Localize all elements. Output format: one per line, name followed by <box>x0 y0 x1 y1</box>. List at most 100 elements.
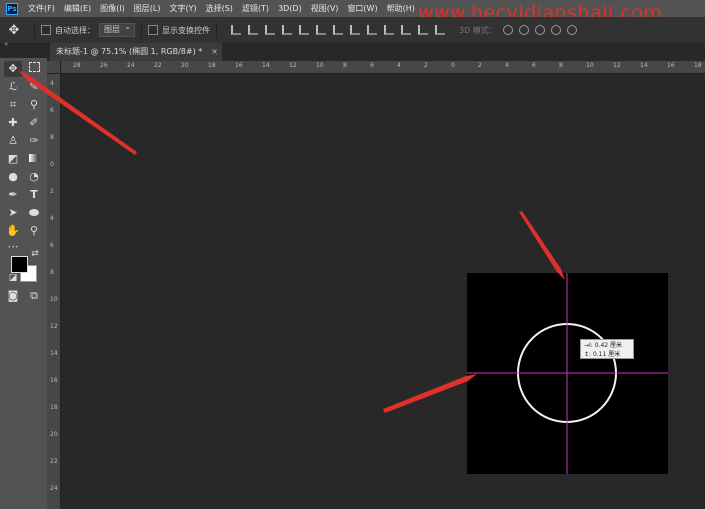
align-bottom-icon[interactable] <box>265 25 275 35</box>
lasso-tool-icon[interactable]: ℒ <box>4 79 22 95</box>
history-brush-tool-icon[interactable]: ✑ <box>25 133 43 149</box>
document-canvas[interactable] <box>467 273 668 474</box>
menu-layer[interactable]: 图层(L) <box>134 3 161 14</box>
distribute-left-icon[interactable] <box>384 25 394 35</box>
dodge-tool-icon[interactable]: ◔ <box>25 169 43 185</box>
auto-align-icon[interactable] <box>435 25 445 35</box>
ruler-tick-label: 4 <box>50 80 54 87</box>
ruler-tick-label: 0 <box>451 62 455 69</box>
eyedropper-tool-icon[interactable]: ⚲ <box>25 97 43 113</box>
ruler-tick-label: 28 <box>73 62 81 69</box>
ruler-tick-label: 4 <box>505 62 509 69</box>
ruler-tick-label: 24 <box>50 485 58 492</box>
ruler-tick-label: 4 <box>397 62 401 69</box>
3d-roll-icon[interactable] <box>518 25 529 35</box>
ruler-tick-label: 14 <box>262 62 270 69</box>
ruler-tick-label: 22 <box>154 62 162 69</box>
3d-rotate-icon[interactable] <box>502 25 513 35</box>
divider <box>34 22 35 38</box>
healing-brush-tool-icon[interactable]: ✚ <box>4 115 22 131</box>
ruler-tick-label: 10 <box>316 62 324 69</box>
ruler-tick-label: 6 <box>370 62 374 69</box>
vertical-ruler[interactable]: 46802468101214161820222426 <box>47 74 61 509</box>
horizontal-ruler[interactable]: 2826242220181614121086420246810121416182… <box>61 61 705 74</box>
align-buttons <box>231 25 445 35</box>
ruler-tick-label: 24 <box>127 62 135 69</box>
path-selection-tool-icon[interactable]: ➤ <box>4 205 22 221</box>
menu-select[interactable]: 选择(S) <box>206 3 233 14</box>
document-tab[interactable]: 未标题-1 @ 75.1% (椭圆 1, RGB/8#) * × <box>50 43 222 61</box>
ruler-tick-label: 2 <box>50 188 54 195</box>
swap-colors-icon[interactable]: ⇄ <box>26 246 44 262</box>
quick-select-tool-icon[interactable]: ✎ <box>25 79 43 95</box>
ruler-tick-label: 10 <box>50 296 58 303</box>
show-transform-label: 显示变换控件 <box>162 25 210 35</box>
ruler-tick-label: 8 <box>50 269 54 276</box>
auto-select-label: 自动选择： <box>55 25 95 35</box>
auto-select-dropdown[interactable]: 图层 <box>99 21 135 37</box>
menu-image[interactable]: 图像(I) <box>100 3 125 14</box>
tooltip-height: ↕: 0.11 厘米 <box>584 351 621 358</box>
marquee-tool-icon[interactable] <box>25 61 43 77</box>
menu-window[interactable]: 窗口(W) <box>347 3 377 14</box>
blur-tool-icon[interactable]: ● <box>4 169 22 185</box>
align-vcenter-icon[interactable] <box>248 25 258 35</box>
foreground-color-swatch[interactable] <box>11 256 28 273</box>
ruler-tick-label: 12 <box>613 62 621 69</box>
ruler-tick-label: 2 <box>478 62 482 69</box>
menu-view[interactable]: 视图(V) <box>311 3 339 14</box>
ruler-tick-label: 14 <box>640 62 648 69</box>
ruler-tick-label: 2 <box>424 62 428 69</box>
menu-3d[interactable]: 3D(D) <box>278 4 302 13</box>
toolbox: ✥ ℒ ✎ ⌗ ⚲ ✚ ✐ ♙ ✑ ◩ ● ◔ ✒ T ➤ ✋ ⚲ ⋯ ⇄ ◪ … <box>0 58 48 509</box>
document-tab-bar: 未标题-1 @ 75.1% (椭圆 1, RGB/8#) * × <box>50 43 705 61</box>
ruler-tick-label: 22 <box>50 458 58 465</box>
distribute-top-icon[interactable] <box>333 25 343 35</box>
distribute-right-icon[interactable] <box>418 25 428 35</box>
clone-stamp-tool-icon[interactable]: ♙ <box>4 133 22 149</box>
distribute-hcenter-icon[interactable] <box>401 25 411 35</box>
distribute-bottom-icon[interactable] <box>367 25 377 35</box>
gradient-tool-icon[interactable] <box>25 151 43 167</box>
ruler-origin[interactable] <box>47 61 61 74</box>
ruler-tick-label: 16 <box>50 377 58 384</box>
quick-mask-icon[interactable]: ◙ <box>4 288 22 304</box>
show-transform-checkbox[interactable] <box>148 25 158 35</box>
tooltip-width: →I: 0.42 厘米 <box>584 342 622 349</box>
ruler-tick-label: 20 <box>50 431 58 438</box>
auto-select-checkbox[interactable] <box>41 25 51 35</box>
hand-tool-icon[interactable]: ✋ <box>4 223 22 239</box>
more-tools-icon[interactable]: ⋯ <box>4 239 22 255</box>
menu-help[interactable]: 帮助(H) <box>387 3 415 14</box>
3d-drag-icon[interactable] <box>534 25 545 35</box>
close-tab-icon[interactable]: × <box>211 43 218 61</box>
brush-tool-icon[interactable]: ✐ <box>25 115 43 131</box>
3d-scale-icon[interactable] <box>566 25 577 35</box>
ruler-tick-label: 0 <box>50 161 54 168</box>
menu-type[interactable]: 文字(Y) <box>169 3 196 14</box>
align-hcenter-icon[interactable] <box>299 25 309 35</box>
collapse-arrows-icon[interactable]: « <box>4 40 8 48</box>
menu-filter[interactable]: 滤镜(T) <box>242 3 269 14</box>
ruler-tick-label: 18 <box>50 404 58 411</box>
screen-mode-icon[interactable]: ⧉ <box>25 288 43 304</box>
3d-slide-icon[interactable] <box>550 25 561 35</box>
ruler-tick-label: 8 <box>343 62 347 69</box>
align-left-icon[interactable] <box>282 25 292 35</box>
eraser-tool-icon[interactable]: ◩ <box>4 151 22 167</box>
type-tool-icon[interactable]: T <box>25 187 43 203</box>
align-top-icon[interactable] <box>231 25 241 35</box>
move-tool-preset-icon[interactable]: ✥ <box>0 23 28 38</box>
pen-tool-icon[interactable]: ✒ <box>4 187 22 203</box>
ruler-tick-label: 4 <box>50 215 54 222</box>
ellipse-tool-icon[interactable] <box>25 205 43 221</box>
align-right-icon[interactable] <box>316 25 326 35</box>
menu-file[interactable]: 文件(F) <box>28 3 55 14</box>
crop-tool-icon[interactable]: ⌗ <box>4 97 22 113</box>
zoom-tool-icon[interactable]: ⚲ <box>25 223 43 239</box>
distribute-vcenter-icon[interactable] <box>350 25 360 35</box>
move-tool-icon[interactable]: ✥ <box>4 61 22 77</box>
menu-edit[interactable]: 编辑(E) <box>64 3 91 14</box>
ruler-tick-label: 6 <box>50 242 54 249</box>
panel-collapse: « <box>0 40 50 49</box>
